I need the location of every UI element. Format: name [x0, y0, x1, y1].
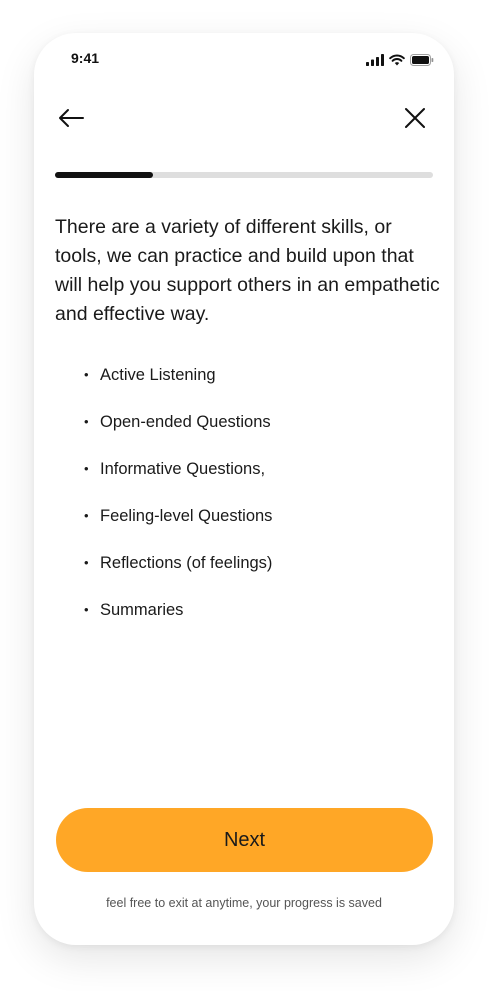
close-button[interactable] [398, 103, 432, 137]
page-background: 9:41 There are a variety of different sk… [0, 0, 500, 991]
status-bar: 9:41 [34, 33, 454, 87]
skill-list-item: Reflections (of feelings) [84, 549, 272, 596]
skill-list-item: Open-ended Questions [84, 408, 272, 455]
progress-bar [55, 172, 433, 178]
footer-note: feel free to exit at anytime, your progr… [106, 896, 382, 910]
intro-text: There are a variety of different skills,… [55, 216, 440, 325]
battery-icon [410, 53, 434, 71]
progress-bar-fill [55, 172, 154, 178]
top-navigation [34, 103, 454, 137]
skill-list-item: Summaries [84, 596, 272, 643]
status-icons [366, 53, 434, 71]
back-button[interactable] [54, 103, 88, 137]
skill-list-item: Active Listening [84, 361, 272, 408]
skills-list: Active ListeningOpen-ended QuestionsInfo… [84, 361, 272, 643]
next-button[interactable]: Next [56, 808, 433, 872]
arrow-left-icon [58, 108, 84, 133]
skill-list-item: Feeling-level Questions [84, 502, 272, 549]
signal-icon [366, 53, 384, 71]
status-time: 9:41 [71, 50, 100, 66]
skill-list-item: Informative Questions, [84, 455, 272, 502]
close-icon [404, 107, 426, 134]
phone-frame: 9:41 There are a variety of different sk… [34, 33, 454, 945]
wifi-icon [389, 53, 405, 71]
